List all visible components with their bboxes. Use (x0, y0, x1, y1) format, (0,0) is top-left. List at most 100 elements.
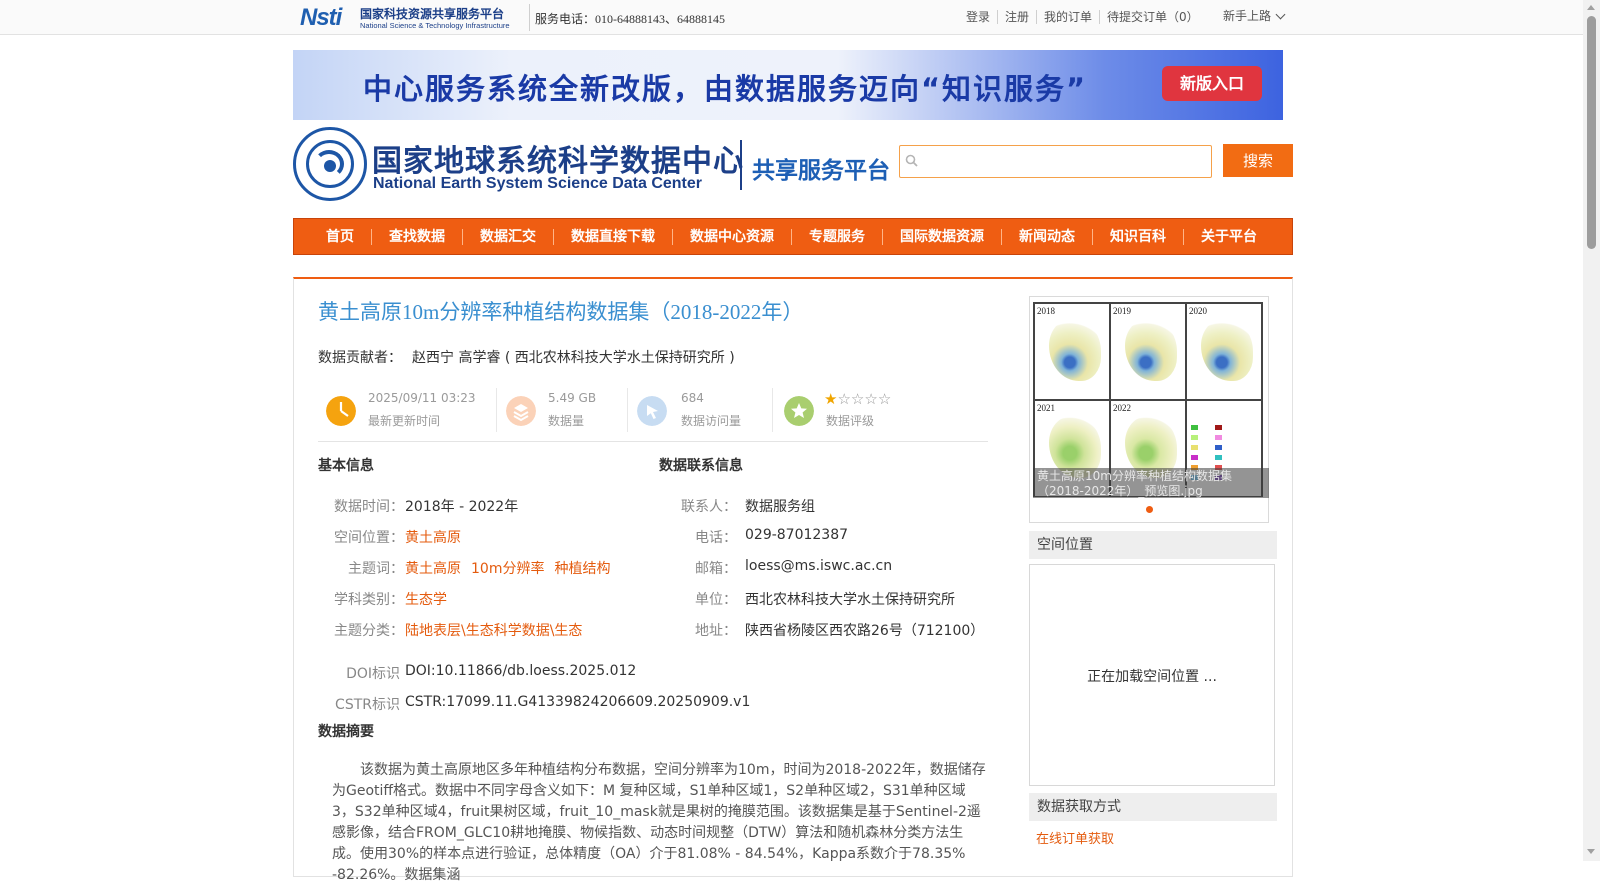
carousel-dot[interactable] (1146, 506, 1153, 513)
star-empty-icon: ☆ (864, 390, 878, 408)
scroll-up-arrow-icon[interactable] (1587, 5, 1595, 10)
platform-title: 共享服务平台 (752, 158, 890, 184)
preview-map-cell: 2019 (1110, 303, 1186, 400)
stat-visits: 684 数据访问量 (629, 388, 769, 434)
map-shape (1201, 319, 1253, 381)
stat-divider (772, 388, 773, 432)
nav-data-submission[interactable]: 数据汇交 (463, 228, 554, 245)
scroll-down-arrow-icon[interactable] (1587, 849, 1595, 854)
beginner-guide-menu[interactable]: 新手上路 (1223, 7, 1286, 24)
layers-icon (506, 396, 536, 426)
login-link[interactable]: 登录 (960, 10, 999, 24)
center-name-en: National Earth System Science Data Cente… (373, 175, 703, 192)
register-link[interactable]: 注册 (998, 10, 1038, 24)
my-orders-link[interactable]: 我的订单 (1037, 10, 1101, 24)
contact-value: 数据服务组 (745, 499, 815, 515)
center-logo-icon[interactable] (293, 127, 367, 201)
preview-caption: 黄土高原10m分辨率种植结构数据集（2018-2022年）_预览图.jpg (1033, 468, 1269, 498)
service-phone: 服务电话：010-64888143、64888145 (535, 12, 725, 26)
doi-value[interactable]: DOI:10.11866/db.loess.2025.012 (405, 663, 636, 679)
nsti-logo-mark: Nsti (300, 4, 342, 31)
stat-rating: ★☆☆☆☆ 数据评级 (776, 388, 976, 434)
preview-year: 2020 (1189, 306, 1207, 316)
contact-info-heading: 数据联系信息 (659, 458, 743, 474)
nav-international-data[interactable]: 国际数据资源 (883, 228, 1002, 245)
visits-value: 684 (681, 391, 704, 405)
time-value: 2018年 - 2022年 (405, 499, 519, 515)
page-scrollbar[interactable] (1583, 0, 1600, 861)
star-empty-icon: ☆ (850, 390, 865, 408)
keyword-link[interactable]: 黄土高原 (405, 561, 461, 577)
nav-news[interactable]: 新闻动态 (1002, 228, 1093, 245)
updated-value: 2025/09/11 03:23 (368, 391, 476, 405)
nav-about[interactable]: 关于平台 (1184, 229, 1274, 245)
nsti-logo-en: National Science & Technology Infrastruc… (360, 21, 510, 30)
dataset-stats: 2025/09/11 03:23 最新更新时间 5.49 GB 数据量 684 … (318, 382, 988, 442)
abstract-heading: 数据摘要 (318, 724, 374, 740)
discipline-label: 学科类别： (334, 592, 404, 608)
contact-label: 联系人： (681, 499, 737, 515)
dataset-title: 黄土高原10m分辨率种植结构数据集（2018-2022年） (318, 300, 804, 324)
rating-stars: ★☆☆☆☆ (824, 390, 891, 408)
preview-year: 2018 (1037, 306, 1055, 316)
address-value: 陕西省杨陵区西农路26号（712100） (745, 623, 985, 639)
cstr-value[interactable]: CSTR:17099.11.G41339824206609.20250909.v… (405, 694, 750, 710)
category-link[interactable]: 陆地表层\生态科学数据\生态 (405, 620, 582, 640)
cursor-icon (637, 396, 667, 426)
access-heading: 数据获取方式 (1029, 793, 1277, 821)
email-label: 邮箱： (695, 561, 737, 577)
keyword-link[interactable]: 10m分辨率 (471, 561, 544, 577)
unit-label: 单位： (695, 592, 737, 608)
star-badge-icon (784, 396, 814, 426)
nsti-logo-cn: 国家科技资源共享服务平台 (360, 7, 505, 21)
email-value[interactable]: loess@ms.iswc.ac.cn (745, 558, 892, 574)
phone-label: 电话： (695, 530, 737, 546)
nav-find-data[interactable]: 查找数据 (372, 228, 463, 245)
size-value: 5.49 GB (548, 391, 597, 405)
beginner-guide-label: 新手上路 (1223, 9, 1272, 23)
nav-thematic-services[interactable]: 专题服务 (792, 228, 883, 245)
star-empty-icon: ☆ (877, 390, 892, 408)
map-shape (1125, 319, 1177, 381)
nav-direct-download[interactable]: 数据直接下载 (554, 228, 673, 245)
map-shape (1049, 319, 1101, 381)
scroll-thumb[interactable] (1587, 16, 1596, 249)
spatial-heading: 空间位置 (1029, 531, 1277, 559)
cstr-label: CSTR标识 (335, 697, 400, 713)
online-order-link[interactable]: 在线订单获取 (1036, 828, 1114, 847)
visits-label: 数据访问量 (681, 414, 742, 428)
category-label: 主题分类： (334, 623, 404, 639)
stat-divider (496, 388, 497, 432)
nav-home[interactable]: 首页 (309, 228, 372, 245)
stat-size: 5.49 GB 数据量 (498, 388, 628, 434)
phone-value: 029-87012387 (745, 527, 849, 543)
nav-knowledge[interactable]: 知识百科 (1093, 228, 1184, 245)
star-empty-icon: ☆ (837, 390, 851, 408)
search-input[interactable] (899, 145, 1212, 178)
star-filled-icon: ★ (824, 390, 838, 408)
discipline-link[interactable]: 生态学 (405, 589, 447, 609)
keyword-link[interactable]: 种植结构 (554, 561, 610, 577)
pending-orders-link[interactable]: 待提交订单（0） (1100, 10, 1206, 24)
top-bar: Nsti 国家科技资源共享服务平台 National Science & Tec… (0, 0, 1583, 35)
map-loading-text: 正在加载空间位置 ... (1087, 669, 1217, 685)
preview-year: 2022 (1113, 403, 1131, 413)
nsti-logo[interactable]: Nsti 国家科技资源共享服务平台 National Science & Tec… (300, 2, 522, 32)
unit-value: 西北农林科技大学水土保持研究所 (745, 592, 955, 608)
center-name-cn: 国家地球系统科学数据中心 (372, 144, 744, 179)
contributor-value: 赵西宁 高学睿 ( 西北农林科技大学水土保持研究所 ) (412, 350, 735, 366)
search-icon (905, 154, 918, 167)
clock-icon (326, 396, 356, 426)
search-button[interactable]: 搜索 (1223, 144, 1293, 177)
new-version-button[interactable]: 新版入口 (1162, 66, 1262, 101)
address-label: 地址： (695, 623, 737, 639)
nav-center-resources[interactable]: 数据中心资源 (673, 228, 792, 245)
chevron-down-icon (1275, 9, 1286, 20)
abstract-text: 该数据为黄土高原地区多年种植结构分布数据，空间分辨率为10m，时间为2018-2… (332, 762, 986, 883)
location-link[interactable]: 黄土高原 (405, 527, 461, 547)
keywords-label: 主题词： (348, 561, 404, 577)
contributors: 数据贡献者： 赵西宁 高学睿 ( 西北农林科技大学水土保持研究所 ) (318, 347, 735, 367)
main-nav: 首页 查找数据 数据汇交 数据直接下载 数据中心资源 专题服务 国际数据资源 新… (293, 218, 1293, 255)
top-links: 登录 注册 我的订单 待提交订单（0） (960, 10, 1206, 24)
preview-map-cell: 2020 (1186, 303, 1262, 400)
